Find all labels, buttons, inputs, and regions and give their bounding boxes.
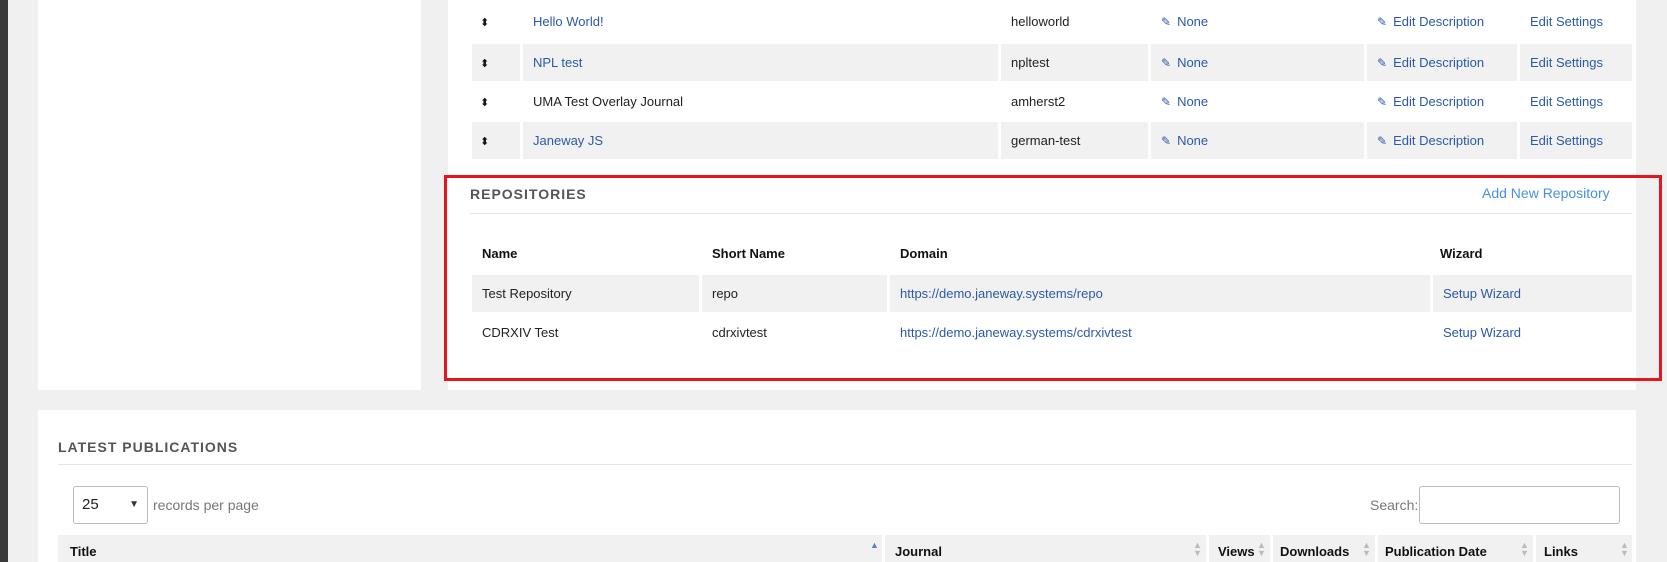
edit-description-label: Edit Description	[1393, 133, 1485, 148]
repo-header-domain: Domain	[900, 246, 948, 261]
records-per-page-label: records per page	[153, 497, 259, 513]
journal-domain: None	[1177, 55, 1209, 70]
journal-name[interactable]: Janeway JS	[533, 133, 603, 148]
journal-row: ⬍ UMA Test Overlay Journal amherst2 ✎ None ✎ E…	[472, 83, 1632, 120]
repository-row: Test Repository repo https://demo.janeway.…	[472, 275, 1632, 312]
repository-name: CDRXIV Test	[482, 325, 559, 340]
search-input[interactable]	[1419, 486, 1620, 524]
column-separator	[1206, 535, 1209, 562]
edit-icon: ✎	[1377, 95, 1388, 109]
journal-domain: None	[1177, 94, 1209, 109]
column-separator	[1270, 535, 1273, 562]
drag-sort-icon[interactable]: ⬍	[480, 46, 489, 83]
journal-code: german-test	[1011, 133, 1081, 148]
column-header-downloads[interactable]: Downloads	[1280, 544, 1349, 559]
edit-icon: ✎	[1161, 15, 1172, 29]
left-sidebar-panel	[38, 0, 421, 390]
search-label: Search:	[1370, 497, 1419, 513]
edit-description-link[interactable]: ✎ Edit Description	[1377, 55, 1484, 70]
edit-settings-link[interactable]: Edit Settings	[1530, 55, 1603, 70]
edit-domain-link[interactable]: ✎ None	[1161, 55, 1208, 70]
sort-icon[interactable]: ▲ ▼	[1362, 541, 1371, 558]
journal-code: helloworld	[1011, 14, 1070, 29]
edit-domain-link[interactable]: ✎ None	[1161, 94, 1208, 109]
repository-name: Test Repository	[482, 286, 572, 301]
column-header-views[interactable]: Views	[1218, 544, 1255, 559]
edit-domain-link[interactable]: ✎ None	[1161, 133, 1208, 148]
journal-row: ⬍ Hello World! helloworld ✎ None ✎ Edit Descri…	[472, 3, 1632, 40]
records-per-page-value: 25	[82, 496, 99, 513]
column-header-title[interactable]: Title	[70, 544, 97, 559]
edit-icon: ✎	[1161, 134, 1172, 148]
repo-header-wizard: Wizard	[1440, 246, 1483, 261]
drag-sort-icon[interactable]: ⬍	[480, 85, 489, 122]
edit-icon: ✎	[1377, 15, 1388, 29]
journal-domain: None	[1177, 14, 1209, 29]
column-header-links[interactable]: Links	[1544, 544, 1578, 559]
edit-settings-link[interactable]: Edit Settings	[1530, 133, 1603, 148]
repository-row: CDRXIV Test cdrxivtest https://demo.janewa…	[472, 314, 1632, 351]
column-separator	[1533, 535, 1536, 562]
column-separator	[1375, 535, 1378, 562]
chevron-down-icon: ▼	[129, 499, 139, 510]
records-per-page-select[interactable]: 25 ▼	[73, 486, 148, 524]
publications-divider	[58, 464, 1632, 465]
sort-icon[interactable]: ▲ ▼	[1193, 541, 1202, 558]
edit-domain-link[interactable]: ✎ None	[1161, 14, 1208, 29]
repositories-divider	[470, 213, 1632, 214]
edit-icon: ✎	[1161, 56, 1172, 70]
repository-domain-link[interactable]: https://demo.janeway.systems/cdrxivtest	[900, 325, 1132, 340]
drag-sort-icon[interactable]: ⬍	[480, 124, 489, 161]
add-new-repository-link[interactable]: Add New Repository	[1482, 185, 1610, 201]
journal-code: npltest	[1011, 55, 1050, 70]
edit-description-link[interactable]: ✎ Edit Description	[1377, 133, 1484, 148]
edit-description-link[interactable]: ✎ Edit Description	[1377, 94, 1484, 109]
journal-name[interactable]: Hello World!	[533, 14, 604, 29]
repo-header-name: Name	[482, 246, 518, 261]
column-header-publication-date[interactable]: Publication Date	[1385, 544, 1487, 559]
edit-settings-link[interactable]: Edit Settings	[1530, 94, 1603, 109]
setup-wizard-link[interactable]: Setup Wizard	[1443, 286, 1521, 301]
edit-description-link[interactable]: ✎ Edit Description	[1377, 14, 1484, 29]
latest-publications-title: LATEST PUBLICATIONS	[58, 439, 239, 455]
window-edge	[0, 0, 8, 562]
sort-ascending-icon[interactable]: ▲	[870, 541, 879, 550]
sort-icon[interactable]: ▲ ▼	[1257, 541, 1266, 558]
journal-row: ⬍ NPL test npltest ✎ None ✎ Edit Description Ed…	[472, 44, 1632, 81]
edit-description-label: Edit Description	[1393, 55, 1485, 70]
drag-sort-icon[interactable]: ⬍	[480, 5, 489, 42]
edit-icon: ✎	[1377, 56, 1388, 70]
repository-short-name: cdrxivtest	[712, 325, 767, 340]
journal-name[interactable]: NPL test	[533, 55, 582, 70]
sort-icon[interactable]: ▲ ▼	[1520, 541, 1529, 558]
edit-icon: ✎	[1377, 134, 1388, 148]
edit-icon: ✎	[1161, 95, 1172, 109]
edit-settings-link[interactable]: Edit Settings	[1530, 14, 1603, 29]
repository-domain-link[interactable]: https://demo.janeway.systems/repo	[900, 286, 1103, 301]
journal-domain: None	[1177, 133, 1209, 148]
column-separator	[882, 535, 885, 562]
repository-short-name: repo	[712, 286, 739, 301]
edit-description-label: Edit Description	[1393, 14, 1485, 29]
edit-description-label: Edit Description	[1393, 94, 1485, 109]
repo-header-short-name: Short Name	[712, 246, 785, 261]
setup-wizard-link[interactable]: Setup Wizard	[1443, 325, 1521, 340]
column-header-journal[interactable]: Journal	[895, 544, 942, 559]
journal-code: amherst2	[1011, 94, 1066, 109]
journal-row: ⬍ Janeway JS german-test ✎ None ✎ Edit Descrip…	[472, 122, 1632, 159]
sort-icon[interactable]: ▲ ▼	[1620, 541, 1629, 558]
repositories-title: REPOSITORIES	[470, 186, 587, 202]
journal-name: UMA Test Overlay Journal	[533, 94, 684, 109]
